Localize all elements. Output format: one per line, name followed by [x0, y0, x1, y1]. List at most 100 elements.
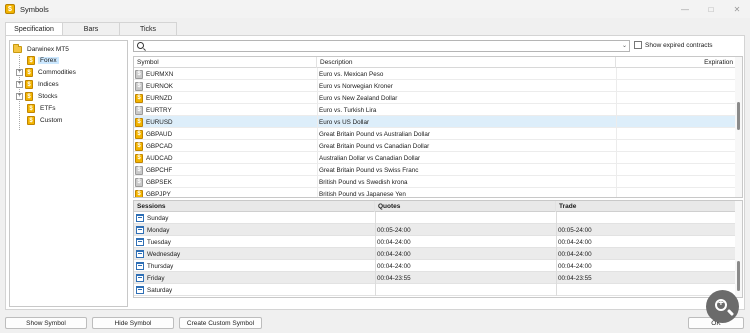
expiration-cell — [616, 152, 737, 164]
tree-root-label: Darwinex MT5 — [27, 46, 69, 53]
table-row[interactable]: $ GBPJPY British Pound vs Japanese Yen — [134, 188, 737, 198]
sessions-table-header: Sessions Quotes Trade — [134, 201, 737, 212]
session-day-cell: Friday — [136, 272, 374, 284]
expiration-cell — [616, 116, 737, 128]
session-day: Sunday — [147, 214, 169, 222]
description-cell: Euro vs US Dollar — [317, 116, 615, 128]
zoom-in-icon — [715, 298, 727, 311]
tree-item-label: ETFs — [40, 105, 56, 112]
symbol-search[interactable]: ⌄ — [133, 40, 630, 52]
dollar-coin-icon: $ — [25, 92, 33, 101]
tree-item-commodities[interactable]: + $ Commodities — [16, 67, 78, 78]
trade-cell: 00:05-24:00 — [556, 224, 737, 236]
trade-cell: 00:04-24:00 — [556, 260, 737, 272]
symbol-cell: $ GBPSEK — [135, 176, 316, 188]
table-row[interactable]: $ EURMXN Euro vs. Mexican Peso — [134, 68, 737, 80]
expiration-cell — [616, 104, 737, 116]
symbol-cell: $ AUDCAD — [135, 152, 316, 164]
description-cell: Great Britain Pound vs Canadian Dollar — [317, 140, 615, 152]
table-row[interactable]: $ AUDCAD Australian Dollar vs Canadian Dol… — [134, 152, 737, 164]
tree-item-stocks[interactable]: + $ Stocks — [16, 91, 60, 102]
folder-icon — [13, 44, 22, 53]
tree-item-label: Custom — [40, 117, 63, 124]
scrollbar-thumb[interactable] — [737, 261, 740, 291]
quotes-cell: 00:05-24:00 — [375, 224, 556, 236]
tab-specification[interactable]: Specification — [5, 22, 63, 36]
chevron-down-icon[interactable]: ⌄ — [622, 42, 627, 49]
show-expired-checkbox[interactable]: Show expired contracts — [634, 41, 713, 49]
hide-symbol-button[interactable]: Hide Symbol — [92, 317, 174, 329]
expand-icon[interactable]: + — [16, 93, 23, 100]
tree-item-custom[interactable]: $ Custom — [27, 115, 64, 126]
search-input[interactable] — [148, 41, 618, 51]
calendar-icon — [136, 226, 144, 234]
symbol-name: GBPAUD — [146, 130, 173, 138]
dollar-coin-icon: $ — [27, 116, 35, 125]
symbol-cell: $ EURNZD — [135, 92, 316, 104]
symbol-name: GBPJPY — [146, 190, 171, 198]
trade-cell: 00:04-23:55 — [556, 272, 737, 284]
tree-item-label: Stocks — [38, 93, 58, 100]
show-symbol-button[interactable]: Show Symbol — [5, 317, 87, 329]
table-row: Sunday — [134, 212, 737, 224]
magnifier-overlay[interactable] — [706, 290, 739, 323]
expiration-cell — [616, 140, 737, 152]
tree-item-forex[interactable]: $ Forex — [27, 55, 59, 66]
dollar-coin-icon: $ — [135, 141, 143, 151]
session-day-cell: Thursday — [136, 260, 374, 272]
tree-item-indices[interactable]: + $ Indices — [16, 79, 61, 90]
tree-root[interactable]: Darwinex MT5 — [13, 44, 71, 55]
dollar-coin-icon: $ — [27, 104, 35, 113]
tab-bar: Specification Bars Ticks — [5, 22, 177, 36]
close-icon[interactable]: ✕ — [724, 0, 750, 18]
expiration-cell — [616, 128, 737, 140]
table-row[interactable]: $ EURTRY Euro vs. Turkish Lira — [134, 104, 737, 116]
symbol-name: GBPCAD — [146, 142, 173, 150]
table-row: Thursday 00:04-24:00 00:04-24:00 — [134, 260, 737, 272]
description-cell: Great Britain Pound vs Australian Dollar — [317, 128, 615, 140]
table-row: Friday 00:04-23:55 00:04-23:55 — [134, 272, 737, 284]
calendar-icon — [136, 262, 144, 270]
calendar-icon — [136, 238, 144, 246]
table-row[interactable]: $ GBPSEK British Pound vs Swedish krona — [134, 176, 737, 188]
symbol-name: EURUSD — [146, 118, 173, 126]
tree-item-etfs[interactable]: $ ETFs — [27, 103, 58, 114]
expand-icon[interactable]: + — [16, 81, 23, 88]
scrollbar-thumb[interactable] — [737, 102, 740, 130]
dollar-coin-icon: $ — [25, 80, 33, 89]
maximize-icon[interactable]: □ — [698, 0, 724, 18]
calendar-icon — [136, 214, 144, 222]
symbols-table: Symbol Description Expiration $ EURMXN Eur… — [133, 56, 743, 198]
col-header-symbol[interactable]: Symbol — [134, 57, 317, 68]
create-custom-symbol-button[interactable]: Create Custom Symbol — [179, 317, 262, 329]
tree-item-label: Forex — [38, 57, 59, 64]
title-bar: $ Symbols — □ ✕ — [0, 0, 750, 18]
table-row[interactable]: $ GBPCAD Great Britain Pound vs Canadian D… — [134, 140, 737, 152]
expiration-cell — [616, 80, 737, 92]
minimize-icon[interactable]: — — [672, 0, 698, 18]
checkbox-box[interactable] — [634, 41, 642, 49]
trade-cell — [556, 212, 737, 224]
table-row[interactable]: $ EURNZD Euro vs New Zealand Dollar — [134, 92, 737, 104]
symbol-cell: $ EURMXN — [135, 68, 316, 80]
table-row[interactable]: $ GBPCHF Great Britain Pound vs Swiss Fran… — [134, 164, 737, 176]
trade-cell: 00:04-24:00 — [556, 248, 737, 260]
expand-icon[interactable]: + — [16, 69, 23, 76]
col-header-expiration[interactable]: Expiration — [616, 57, 737, 68]
sessions-scrollbar[interactable] — [735, 201, 742, 297]
table-row: Monday 00:05-24:00 00:05-24:00 — [134, 224, 737, 236]
tab-bars[interactable]: Bars — [62, 22, 120, 35]
show-expired-label: Show expired contracts — [645, 41, 713, 49]
table-row[interactable]: $ GBPAUD Great Britain Pound vs Australian… — [134, 128, 737, 140]
col-header-description[interactable]: Description — [317, 57, 616, 68]
search-icon — [137, 42, 144, 49]
symbols-scrollbar[interactable] — [735, 57, 742, 197]
table-row[interactable]: $ EURUSD Euro vs US Dollar — [134, 116, 737, 128]
table-row[interactable]: $ EURNOK Euro vs Norwegian Kroner — [134, 80, 737, 92]
description-cell: Euro vs. Mexican Peso — [317, 68, 615, 80]
dollar-coin-icon: $ — [135, 189, 143, 197]
tab-ticks[interactable]: Ticks — [119, 22, 177, 35]
dollar-coin-icon: $ — [135, 177, 143, 187]
expiration-cell — [616, 92, 737, 104]
symbol-cell: $ GBPJPY — [135, 188, 316, 198]
